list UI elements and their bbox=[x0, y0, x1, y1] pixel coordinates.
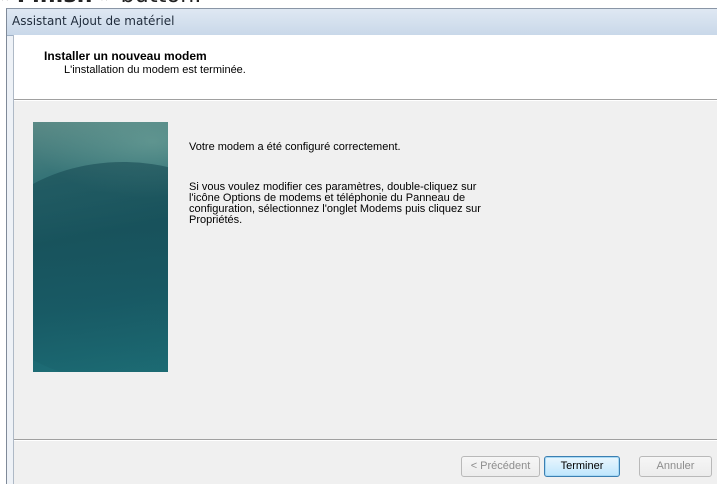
instructions-text: Si vous voulez modifier ces paramètres, … bbox=[189, 181, 481, 226]
success-message: Votre modem a été configuré correctement… bbox=[189, 141, 401, 153]
window-title: Assistant Ajout de matériel bbox=[12, 14, 175, 28]
cancel-button[interactable]: Annuler bbox=[639, 456, 712, 477]
wizard-banner-image bbox=[33, 122, 168, 372]
title-bar[interactable]: Assistant Ajout de matériel bbox=[7, 9, 717, 36]
banner-curve-decoration bbox=[33, 162, 168, 372]
caption-prefix: « bbox=[0, 0, 17, 8]
caption-text: « Finish » button. bbox=[0, 0, 202, 8]
caption-bold: Finish bbox=[17, 0, 93, 8]
wizard-header: Installer un nouveau modem L'installatio… bbox=[14, 35, 717, 99]
caption-fragment: « Finish » button. bbox=[0, 0, 717, 8]
header-title: Installer un nouveau modem bbox=[44, 49, 207, 63]
finish-button[interactable]: Terminer bbox=[544, 456, 620, 477]
footer-divider bbox=[14, 439, 717, 441]
wizard-window: Assistant Ajout de matériel Installer un… bbox=[6, 8, 717, 484]
caption-suffix: » button. bbox=[93, 0, 202, 8]
wizard-frame: Installer un nouveau modem L'installatio… bbox=[13, 35, 717, 484]
header-subtitle: L'installation du modem est terminée. bbox=[64, 64, 246, 76]
previous-button[interactable]: < Précédent bbox=[461, 456, 540, 477]
